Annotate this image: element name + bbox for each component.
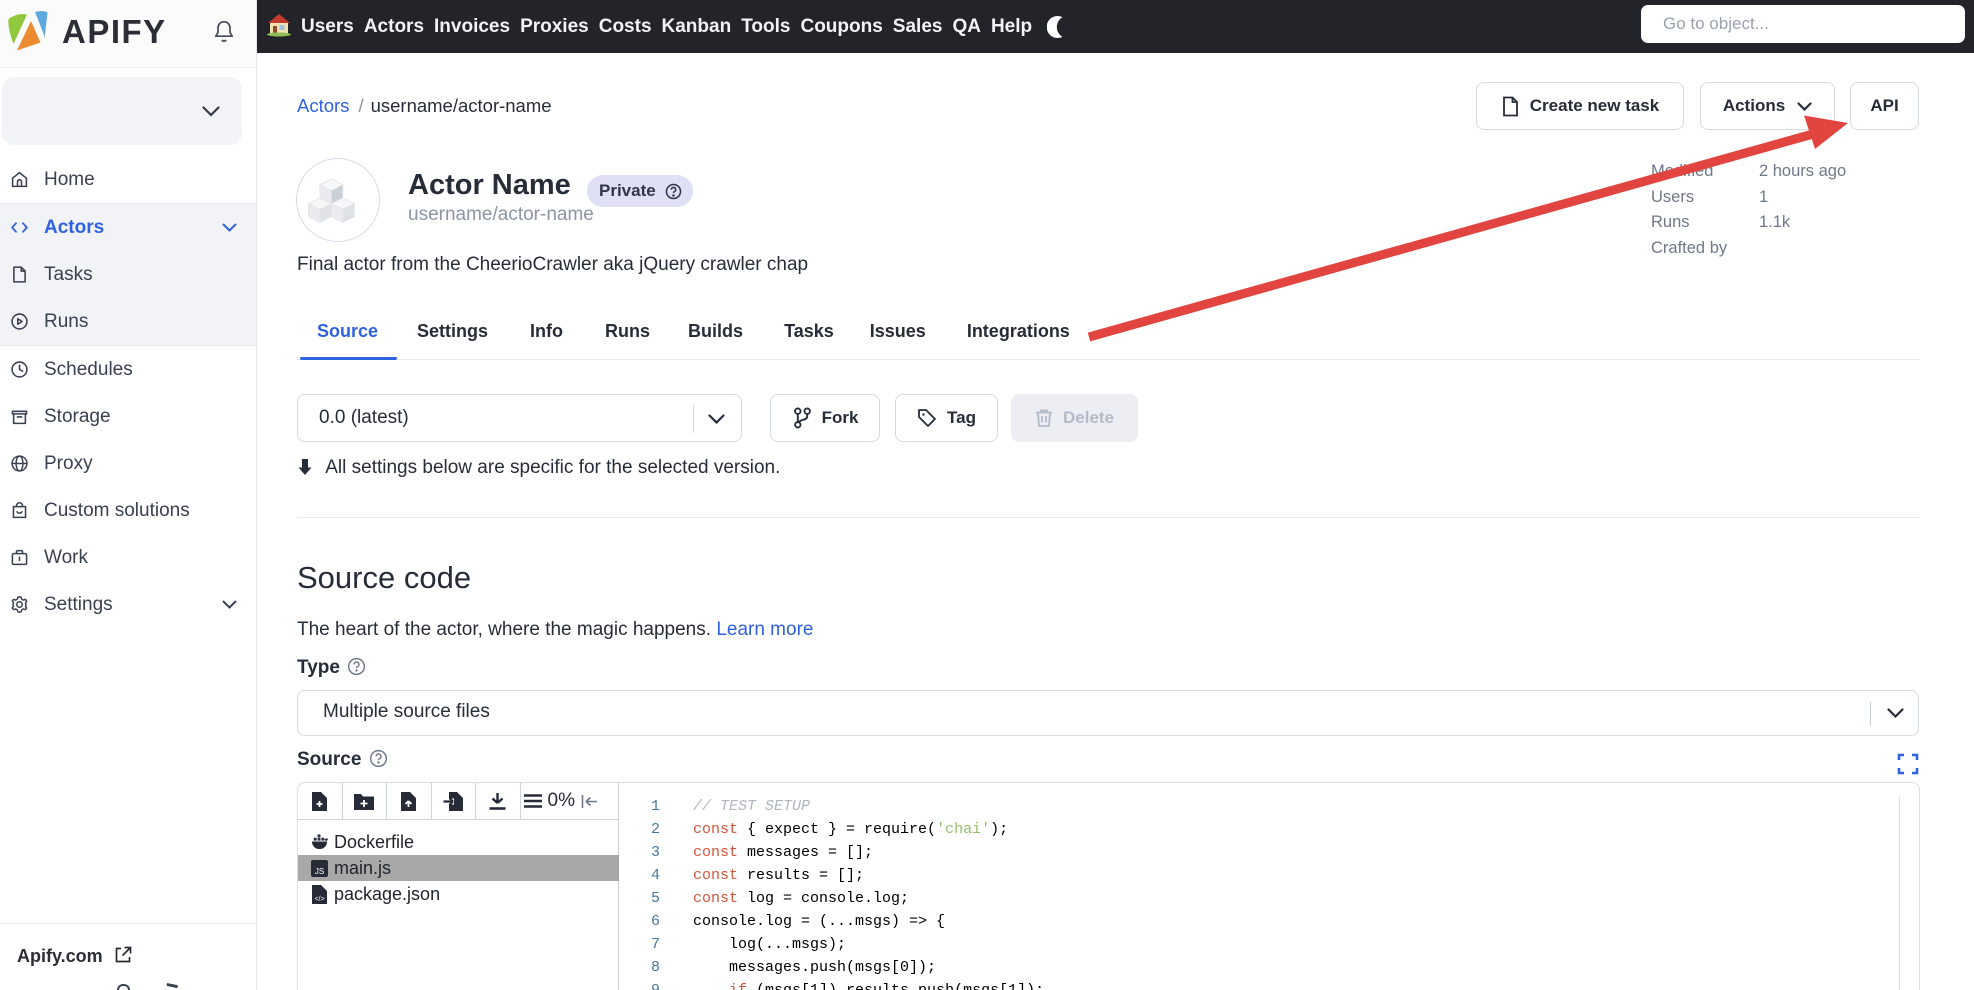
- svg-text:JS: JS: [315, 867, 324, 876]
- svg-text:</>: </>: [314, 896, 324, 903]
